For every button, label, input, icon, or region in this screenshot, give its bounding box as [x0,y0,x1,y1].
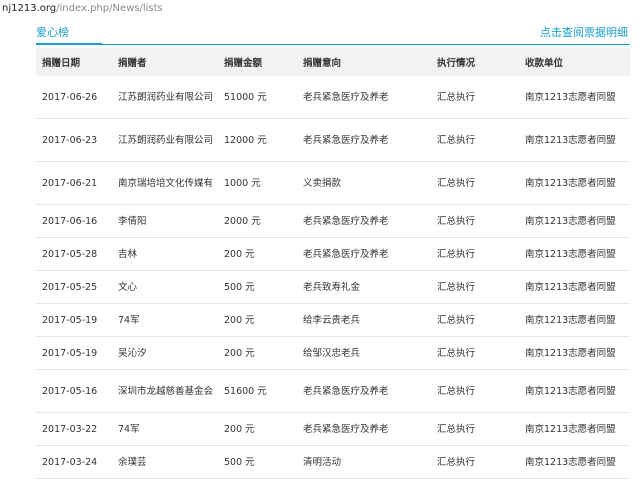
cell-status: 汇总执行 [431,412,519,446]
cell-amount: 500 元 [218,445,297,479]
cell-donor: 吴沁汐 [112,336,218,370]
cell-purpose: 给李云贵老兵 [297,303,431,337]
cell-donor: 李倩阳 [112,204,218,238]
cell-amount: 200 元 [218,336,297,370]
cell-date: 2017-05-16 [36,369,112,413]
table-row: 2017-06-21 南京瑞培培文化传媒有 1000 元 义卖捐款 汇总执行 南… [36,161,630,205]
table-row: 2017-05-25 文心 500 元 老兵致寿礼金 汇总执行 南京1213志愿… [36,270,630,304]
cell-amount: 51000 元 [218,76,297,119]
table-header-row: 捐赠日期 捐赠者 捐赠金额 捐赠意向 执行情况 收款单位 [36,48,630,76]
column-header-amount: 捐赠金额 [218,48,297,76]
cell-status: 汇总执行 [431,303,519,337]
cell-donor: 文心 [112,270,218,304]
cell-date: 2017-05-25 [36,270,112,304]
cell-status: 汇总执行 [431,369,519,413]
cell-recipient: 南京1213志愿者同盟 [519,412,630,446]
table-row: 2017-03-24 余璞芸 500 元 清明活动 汇总执行 南京1213志愿者… [36,445,630,479]
cell-donor: 吉林 [112,237,218,271]
cell-purpose: 老兵致寿礼金 [297,270,431,304]
table-row: 2017-06-16 李倩阳 2000 元 老兵紧急医疗及养老 汇总执行 南京1… [36,204,630,238]
cell-status: 汇总执行 [431,336,519,370]
cell-amount: 51600 元 [218,369,297,413]
cell-recipient: 南京1213志愿者同盟 [519,303,630,337]
cell-date: 2017-03-24 [36,445,112,479]
cell-amount: 200 元 [218,237,297,271]
cell-donor: 余璞芸 [112,445,218,479]
cell-purpose: 老兵紧急医疗及养老 [297,237,431,271]
table-row: 2017-06-23 江苏朗润药业有限公司 12000 元 老兵紧急医疗及养老 … [36,118,630,162]
cell-date: 2017-06-21 [36,161,112,205]
cell-donor: 南京瑞培培文化传媒有 [112,161,218,205]
url-domain: nj1213.org [2,3,57,14]
cell-amount: 12000 元 [218,118,297,162]
cell-purpose: 老兵紧急医疗及养老 [297,369,431,413]
cell-purpose: 老兵紧急医疗及养老 [297,412,431,446]
cell-date: 2017-06-26 [36,76,112,119]
table-row: 2017-05-28 吉林 200 元 老兵紧急医疗及养老 汇总执行 南京121… [36,237,630,271]
cell-date: 2017-06-23 [36,118,112,162]
column-header-recipient: 收款单位 [519,48,630,76]
table-row: 2017-03-22 74军 200 元 老兵紧急医疗及养老 汇总执行 南京12… [36,412,630,446]
table-row: 2017-05-19 吴沁汐 200 元 给邹汉忠老兵 汇总执行 南京1213志… [36,336,630,370]
column-header-date: 捐赠日期 [36,48,112,76]
cell-amount: 500 元 [218,270,297,304]
cell-donor: 江苏朗润药业有限公司 [112,118,218,162]
cell-status: 汇总执行 [431,445,519,479]
donation-table: 捐赠日期 捐赠者 捐赠金额 捐赠意向 执行情况 收款单位 2017-06-26 … [36,48,630,479]
cell-donor: 江苏朗润药业有限公司 [112,76,218,119]
cell-recipient: 南京1213志愿者同盟 [519,336,630,370]
table-row: 2017-05-19 74军 200 元 给李云贵老兵 汇总执行 南京1213志… [36,303,630,337]
cell-status: 汇总执行 [431,118,519,162]
cell-recipient: 南京1213志愿者同盟 [519,237,630,271]
column-header-purpose: 捐赠意向 [297,48,431,76]
cell-date: 2017-05-28 [36,237,112,271]
cell-date: 2017-03-22 [36,412,112,446]
section-header: 爱心榜 点击查阅票据明细 [36,22,630,45]
tab-donation-list[interactable]: 爱心榜 [36,24,102,45]
cell-amount: 1000 元 [218,161,297,205]
column-header-donor: 捐赠者 [112,48,218,76]
table-row: 2017-06-26 江苏朗润药业有限公司 51000 元 老兵紧急医疗及养老 … [36,76,630,119]
url-path: /index.php/News/lists [56,3,163,14]
cell-status: 汇总执行 [431,270,519,304]
cell-status: 汇总执行 [431,237,519,271]
cell-donor: 74军 [112,303,218,337]
column-header-status: 执行情况 [431,48,519,76]
cell-date: 2017-05-19 [36,303,112,337]
cell-recipient: 南京1213志愿者同盟 [519,76,630,119]
cell-purpose: 义卖捐款 [297,161,431,205]
cell-recipient: 南京1213志愿者同盟 [519,204,630,238]
cell-status: 汇总执行 [431,76,519,119]
cell-donor: 74军 [112,412,218,446]
cell-purpose: 老兵紧急医疗及养老 [297,118,431,162]
cell-recipient: 南京1213志愿者同盟 [519,445,630,479]
cell-recipient: 南京1213志愿者同盟 [519,369,630,413]
cell-recipient: 南京1213志愿者同盟 [519,270,630,304]
cell-date: 2017-05-19 [36,336,112,370]
cell-amount: 200 元 [218,303,297,337]
receipt-details-link[interactable]: 点击查阅票据明细 [540,24,628,40]
cell-purpose: 老兵紧急医疗及养老 [297,204,431,238]
cell-purpose: 清明活动 [297,445,431,479]
cell-status: 汇总执行 [431,161,519,205]
cell-date: 2017-06-16 [36,204,112,238]
table-row: 2017-05-16 深圳市龙越慈善基金会 51600 元 老兵紧急医疗及养老 … [36,369,630,413]
cell-recipient: 南京1213志愿者同盟 [519,118,630,162]
cell-purpose: 老兵紧急医疗及养老 [297,76,431,119]
cell-recipient: 南京1213志愿者同盟 [519,161,630,205]
cell-amount: 2000 元 [218,204,297,238]
address-bar[interactable]: nj1213.org/index.php/News/lists [0,0,640,18]
cell-donor: 深圳市龙越慈善基金会 [112,369,218,413]
cell-purpose: 给邹汉忠老兵 [297,336,431,370]
cell-status: 汇总执行 [431,204,519,238]
cell-amount: 200 元 [218,412,297,446]
